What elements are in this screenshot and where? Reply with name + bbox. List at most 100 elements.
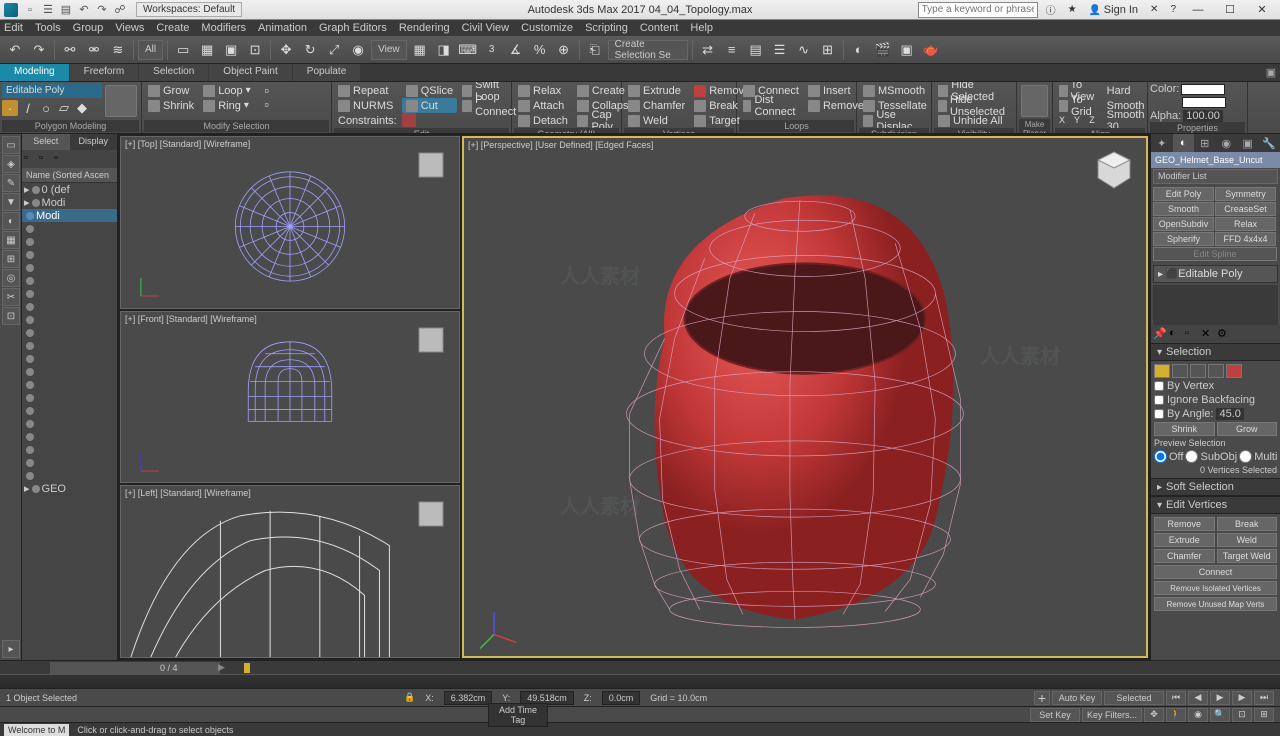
ignoreback-checkbox[interactable]	[1154, 395, 1164, 405]
menu-civilview[interactable]: Civil View	[462, 22, 509, 34]
nav-orbit[interactable]: ◉	[1188, 708, 1208, 722]
viewport-label[interactable]: [+] [Top] [Standard] [Wireframe]	[125, 139, 250, 149]
constraint-face[interactable]	[430, 113, 444, 127]
play-prev[interactable]: ◀	[1188, 691, 1208, 705]
nav-walk[interactable]: 🚶	[1166, 708, 1186, 722]
selection-filter[interactable]: All	[138, 40, 163, 60]
shrink-button[interactable]: Shrink	[144, 98, 198, 113]
object-name[interactable]: GEO_Helmet_Base_Uncut	[1151, 152, 1280, 168]
open-icon[interactable]: ☰	[40, 2, 56, 18]
nav-max[interactable]: ⊞	[1254, 708, 1274, 722]
layers-button[interactable]: ▤	[745, 39, 767, 61]
viewport-label[interactable]: [+] [Front] [Standard] [Wireframe]	[125, 314, 257, 324]
lt-filter[interactable]: ▼	[2, 193, 20, 211]
undo-button[interactable]: ↶	[4, 39, 26, 61]
lt-select[interactable]: ▭	[2, 136, 20, 154]
menu-rendering[interactable]: Rendering	[399, 22, 450, 34]
mod-smooth[interactable]: Smooth	[1153, 202, 1214, 216]
time-slider[interactable]: ◀ 0 / 4 ▶	[0, 660, 1280, 674]
chamfer-button[interactable]: Chamfer	[624, 98, 689, 113]
modsel-tool2[interactable]: ▫	[260, 97, 274, 111]
element-subobj-button[interactable]: ◆	[74, 100, 90, 116]
ev-chamfer[interactable]: Chamfer	[1154, 549, 1215, 563]
preview-off-radio[interactable]	[1154, 450, 1167, 463]
rollout-softsel[interactable]: ▸ Soft Selection	[1151, 478, 1280, 496]
ev-targetweld[interactable]: Target Weld	[1217, 549, 1278, 563]
link-button[interactable]: ⚯	[59, 39, 81, 61]
qslice-button[interactable]: QSlice	[402, 83, 457, 98]
add-key-button[interactable]: +	[1034, 691, 1050, 705]
z-coord[interactable]: 0.0cm	[602, 691, 641, 705]
stack-editpoly[interactable]: ▸ ⬛ Editable Poly	[1153, 265, 1278, 283]
cut-button[interactable]: Cut	[402, 98, 457, 113]
scene-item[interactable]	[22, 313, 117, 326]
cp-tab-modify[interactable]: ◐	[1173, 134, 1195, 152]
snap3d-button[interactable]: 3	[481, 39, 503, 61]
search-input[interactable]	[918, 2, 1038, 18]
preview-multi-radio[interactable]	[1239, 450, 1252, 463]
ev-weld[interactable]: Weld	[1217, 533, 1278, 547]
track-bar[interactable]	[0, 674, 1280, 688]
hard-button[interactable]: Hard	[1103, 83, 1149, 98]
vertex-subobj-button[interactable]: ·	[2, 100, 18, 116]
align-y-button[interactable]: Y	[1070, 113, 1084, 127]
mirror-button[interactable]: ⇄	[697, 39, 719, 61]
poly-subobj-button[interactable]: ▱	[56, 100, 72, 116]
help-icon[interactable]: ?	[1166, 4, 1180, 15]
stack-unique[interactable]: ▫	[1185, 327, 1199, 341]
scene-item[interactable]	[22, 443, 117, 456]
scene-item[interactable]	[22, 417, 117, 430]
maximize-button[interactable]: ☐	[1216, 1, 1244, 19]
maxscript-listener[interactable]: Welcome to M	[4, 724, 69, 736]
menu-edit[interactable]: Edit	[4, 22, 23, 34]
menu-scripting[interactable]: Scripting	[585, 22, 628, 34]
subobj-poly[interactable]	[1208, 364, 1224, 378]
keyboard-button[interactable]: ⌨	[457, 39, 479, 61]
lt-tool10[interactable]: ⊡	[2, 307, 20, 325]
smooth30-button[interactable]: Smooth 30	[1103, 113, 1149, 128]
unhide-button[interactable]: Unhide All	[934, 113, 1014, 128]
rotate-button[interactable]: ↻	[299, 39, 321, 61]
byvertex-checkbox[interactable]	[1154, 381, 1164, 391]
mod-relax[interactable]: Relax	[1215, 217, 1276, 231]
menu-modifiers[interactable]: Modifiers	[201, 22, 246, 34]
viewcube[interactable]	[411, 320, 451, 360]
refcoord-dropdown[interactable]: View	[371, 40, 407, 60]
loop-button[interactable]: Loop ▾	[199, 83, 255, 98]
menu-animation[interactable]: Animation	[258, 22, 307, 34]
cp-tab-create[interactable]: ✦	[1151, 134, 1173, 152]
subobj-edge[interactable]	[1172, 364, 1188, 378]
lt-tool5[interactable]: ◐	[2, 212, 20, 230]
msmooth-button[interactable]: MSmooth	[859, 83, 931, 98]
star-icon[interactable]: ★	[1064, 4, 1081, 15]
scene-item[interactable]	[22, 326, 117, 339]
scene-item[interactable]	[22, 235, 117, 248]
stack-show[interactable]: ◐	[1169, 327, 1183, 341]
setkey-button[interactable]: Set Key	[1030, 708, 1080, 722]
scene-item-selected[interactable]: Modi	[22, 209, 117, 222]
scene-item[interactable]	[22, 391, 117, 404]
tab-populate[interactable]: Populate	[293, 64, 360, 81]
scene-filter1[interactable]: ▫	[24, 152, 38, 166]
relax-button[interactable]: Relax	[514, 83, 572, 98]
scene-item[interactable]	[22, 339, 117, 352]
border-subobj-button[interactable]: ○	[38, 100, 54, 116]
material-button[interactable]: ◐	[848, 39, 870, 61]
scene-item[interactable]	[22, 365, 117, 378]
mod-editpoly[interactable]: Edit Poly	[1153, 187, 1214, 201]
new-icon[interactable]: ▫	[22, 2, 38, 18]
cp-tab-motion[interactable]: ◉	[1216, 134, 1238, 152]
subobj-vertex[interactable]	[1154, 364, 1170, 378]
workspace-selector[interactable]: Workspaces: Default	[136, 2, 242, 17]
select-button[interactable]: ▭	[172, 39, 194, 61]
viewport-label[interactable]: [+] [Left] [Standard] [Wireframe]	[125, 488, 251, 498]
scene-item[interactable]: ▸GEO	[22, 482, 117, 495]
menu-help[interactable]: Help	[690, 22, 713, 34]
lt-tool7[interactable]: ⊞	[2, 250, 20, 268]
mod-creaseset[interactable]: CreaseSet	[1215, 202, 1276, 216]
move-button[interactable]: ✥	[275, 39, 297, 61]
stack-remove[interactable]: ✕	[1201, 327, 1215, 341]
viewport-top[interactable]: [+] [Top] [Standard] [Wireframe]	[120, 136, 460, 309]
scene-item[interactable]	[22, 378, 117, 391]
stack-config[interactable]: ⚙	[1217, 327, 1231, 341]
